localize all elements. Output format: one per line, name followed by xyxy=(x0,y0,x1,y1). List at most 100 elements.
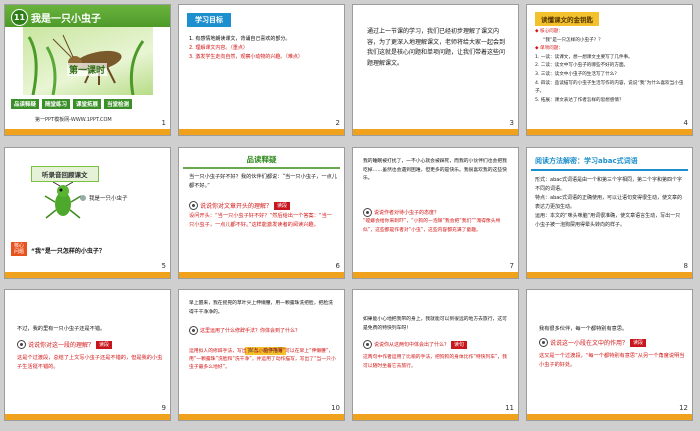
key-item: “我”是一只怎样的小虫子？？ xyxy=(543,37,603,43)
slide-body-text: 不过，我的里有一只小虫子还是不错。 xyxy=(17,326,106,332)
lesson-title: 我是一只小虫子 xyxy=(31,14,101,25)
core-question-text: “我”是一只怎样的小虫子？ xyxy=(31,248,105,255)
slide-number: 1 xyxy=(161,119,166,127)
slide-thumbnail-9[interactable]: 不过，我的里有一只小虫子还是不错。 说说你对这一段的理解？ 读段 这是个过渡段，… xyxy=(5,290,170,420)
key-item: 3. 三读：读文中小虫子的生活写了什么？ xyxy=(535,71,619,77)
slide-body-text: 如果能小心地把我带的身上，我就能可以到很远的地方去旅行，这可是免费的特快列车呀！ xyxy=(363,317,507,331)
slide-number: 8 xyxy=(683,262,688,270)
slide-bottom-bar xyxy=(179,414,344,420)
slide-thumbnail-11[interactable]: 如果能小心地把我带的身上，我就能可以到很远的地方去旅行，这可是免费的特快列车呀！… xyxy=(353,290,518,420)
key-item: 2. 二读：读文中写小虫子的哪些不好的方面。 xyxy=(535,63,629,69)
slide-body-text: 通过上一节课的学习，我们已经初步理解了课文内容，为了更深入地理解课文，老师将给大… xyxy=(367,28,506,67)
question-bullet-icon xyxy=(17,340,26,349)
slide-number: 9 xyxy=(161,404,166,412)
slide-thumbnail-10[interactable]: 早上醒来，我在摇晃的草叶尖上伸懒腰，用一颗露珠洗把脸，把脸洗得干干净净的。 这里… xyxy=(179,290,344,420)
tab-extend[interactable]: 课堂拓展 xyxy=(73,99,102,109)
method-item: 特点：abac式词语的正确使用，可以让语句变得很生动，使文章的表达力更加生动。 xyxy=(535,195,683,210)
lesson-number-badge: 11 xyxy=(11,9,28,26)
answer-tag[interactable]: 读段 xyxy=(274,201,291,210)
audio-play-icon[interactable] xyxy=(80,195,86,201)
slide-number: 6 xyxy=(335,262,340,270)
question-line: 这里运用了什么修辞手法？你体会到了什么？ xyxy=(189,326,300,335)
tab-pindu[interactable]: 品读释疑 xyxy=(11,99,40,109)
slide-number: 5 xyxy=(161,262,166,270)
goal-item: 2. 理解课文内容。（重点） xyxy=(189,45,248,51)
answer-tag[interactable]: 读段 xyxy=(630,338,647,347)
answer-text: 运用拟人的修辞手法，写出了“当小虫子不错”可以在早上“伸懒腰”，用“一颗露珠”洗… xyxy=(189,349,336,371)
grasshopper-icon xyxy=(43,181,83,224)
slide-thumbnail-5[interactable]: 听录音回顾课文 我是一只小虫子 核心问题 “我”是一只怎样的小虫子？ 5 xyxy=(5,148,170,278)
slide-bottom-bar xyxy=(5,272,170,278)
question-text: 说说你对这一段的理解？ xyxy=(28,342,95,349)
key-list: ◆ 核心问题： “我”是一只怎样的小虫子？？ ◆ 单项问题： 1. 一读：读课文… xyxy=(535,28,687,105)
slide-thumbnail-12[interactable]: 我有很多伙伴，每一个都特别有意思。 说说这一小段在文中的作用？ 读段 这又是一个… xyxy=(527,290,692,420)
method-list: 形式：abac式词语是由一个和第三个字相同，第二个字和第四个字不同的词语。 特点… xyxy=(535,176,685,230)
slide-number: 10 xyxy=(331,404,340,412)
goal-item: 3. 激发学生走向自然，观察小动物的兴趣。（难点） xyxy=(189,54,303,60)
slide-number: 2 xyxy=(335,119,340,127)
slide-bottom-bar xyxy=(5,414,170,420)
question-text: 说说你从这两句中体会出了什么？ xyxy=(374,342,450,348)
question-line: 说说这一小段在文中的作用？ 读段 xyxy=(539,338,647,347)
slide-number: 7 xyxy=(509,262,514,270)
slide-bottom-bar xyxy=(527,129,692,135)
goal-list: 1. 有感情地朗读课文，背诵自己喜欢的部分。 2. 理解课文内容。（重点） 3.… xyxy=(189,35,339,62)
header-divider xyxy=(183,167,340,169)
key-item: ◆ 核心问题： xyxy=(535,29,563,34)
answer-text: 这又是一个过渡段，“每一个都特别有意思”从另一个角度说明当小虫子的好处。 xyxy=(539,353,685,368)
section-tabs: 品读释疑 随堂练习 课堂拓展 当堂检测 xyxy=(11,99,133,109)
question-line: 说说作者对待小虫子的态度？ xyxy=(363,208,439,217)
key-item: 1. 一读：读课文，想一想课文主要写了几件事。 xyxy=(535,54,633,60)
slide-header: 品读释疑 xyxy=(246,155,277,164)
header-divider xyxy=(531,169,688,171)
slide-bottom-bar xyxy=(527,414,692,420)
answer-text: 设问开头：“当一只小虫子好不好？”然后给出一个答案：“当一只小虫子，一点儿都不好… xyxy=(189,213,332,228)
slide-bottom-bar xyxy=(179,129,344,135)
slide-thumbnail-1[interactable]: 11 我是一只小虫子 第一课时 品读释疑 随堂练习 课堂拓展 当堂检测 第一PP… xyxy=(5,5,170,135)
slide-bottom-bar xyxy=(179,272,344,278)
question-line: 说说你对文章开头的理解？ 读段 xyxy=(189,201,291,210)
question-text: 说说你对文章开头的理解？ xyxy=(200,203,273,210)
slide-header: 读懂课文的金钥匙 xyxy=(535,12,599,26)
audio-caption: 我是一只小虫子 xyxy=(89,196,128,202)
slide-thumbnail-3[interactable]: 通过上一节课的学习，我们已经初步理解了课文内容，为了更深入地理解课文，老师将给大… xyxy=(353,5,518,135)
site-watermark: 第一PPT模板网-WWW.1PPT.COM xyxy=(35,117,112,123)
slide-body-text: 我有很多伙伴，每一个都特别有意思。 xyxy=(539,326,628,332)
answer-text: 这是个过渡段，总结了上文写小虫子还是不错的，但是我的小虫子生活挺不错的。 xyxy=(17,355,163,370)
answer-tag[interactable]: 读段 xyxy=(96,340,113,349)
answer-text: “螳螂会给你来刺吓”，“小狗的一泡尿”我会把“我们”“淹得像头颅似”，这些都是作… xyxy=(363,219,501,233)
slide-thumbnail-8[interactable]: 阅读方法解密：学习abac式词语 形式：abac式词语是由一个和第三个字相同，第… xyxy=(527,148,692,278)
question-text: 说说作者对待小虫子的态度？ xyxy=(374,210,440,216)
slide-number: 4 xyxy=(683,119,688,127)
question-text: 说说这一小段在文中的作用？ xyxy=(550,340,629,347)
slide-bottom-bar xyxy=(353,129,518,135)
slide-bottom-bar xyxy=(353,414,518,420)
key-item: 4. 四读：品读描写的小虫子生活写作的内容，说说“我”为什么喜欢当小虫子。 xyxy=(535,80,684,95)
grasshopper-picture xyxy=(23,27,153,96)
slide-bottom-bar xyxy=(5,129,170,135)
slide-thumbnail-4[interactable]: 读懂课文的金钥匙 ◆ 核心问题： “我”是一只怎样的小虫子？？ ◆ 单项问题： … xyxy=(527,5,692,135)
slide-header: 听录音回顾课文 xyxy=(31,166,99,182)
method-item: 形式：abac式词语是由一个和第三个字相同，第二个字和第四个字不同的词语。 xyxy=(535,177,683,192)
question-bullet-icon xyxy=(539,338,548,347)
slide-number: 12 xyxy=(679,404,688,412)
slide-thumbnail-7[interactable]: 我的睡眠被打扰了，一不小心就会被踩死，而我的小伙伴们也会把我吃掉……虽然也会遇到… xyxy=(353,148,518,278)
question-line: 说说你从这两句中体会出了什么？ 读句 xyxy=(363,340,468,349)
slide-body-text: 我的睡眠被打扰了，一不小心就会被踩死，而我的小伙伴们也会把我吃掉……虽然也会遇到… xyxy=(363,159,507,181)
question-bullet-icon xyxy=(189,201,198,210)
tab-practice[interactable]: 随堂练习 xyxy=(42,99,71,109)
question-bullet-icon xyxy=(363,340,372,349)
key-item: 5. 拓展：课文表达了作者怎样的思想感情？ xyxy=(535,97,624,103)
answer-tag[interactable]: 读句 xyxy=(451,340,468,349)
question-text: 这里运用了什么修辞手法？你体会到了什么？ xyxy=(200,328,301,334)
slide-thumbnail-2[interactable]: 学习目标 1. 有感情地朗读课文，背诵自己喜欢的部分。 2. 理解课文内容。（重… xyxy=(179,5,344,135)
method-item: 运用：本文的“咪头咪脑”用词很准确，使文章语言生动，写出一只小虫子被一泡狗屎用得… xyxy=(535,213,681,228)
question-line: 说说你对这一段的理解？ 读段 xyxy=(17,340,113,349)
slide-header: 学习目标 xyxy=(187,13,231,27)
goal-item: 1. 有感情地朗读课文，背诵自己喜欢的部分。 xyxy=(189,36,291,42)
slide-number: 11 xyxy=(505,404,514,412)
slide-number: 3 xyxy=(509,119,514,127)
slide-header: 阅读方法解密：学习abac式词语 xyxy=(535,157,638,165)
tab-test[interactable]: 当堂检测 xyxy=(104,99,133,109)
slide-thumbnail-6[interactable]: 品读释疑 当一只小虫子好不好？我的伙伴们都说：“当一只小虫子，一点儿都不好。” … xyxy=(179,148,344,278)
